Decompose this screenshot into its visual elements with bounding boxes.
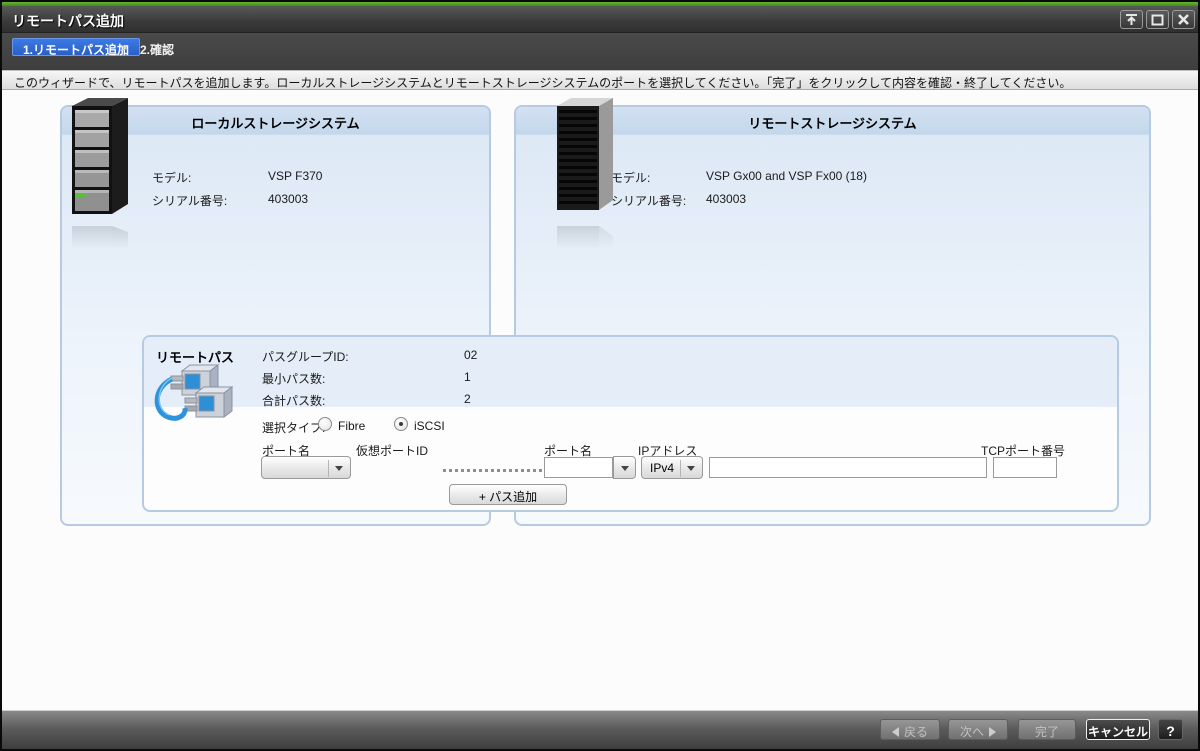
- local-storage-rack-image: [68, 98, 132, 266]
- wizard-content: ローカルストレージシステム モデル: VSP F370 シリアル番号: 4030…: [2, 90, 1198, 712]
- remote-model-value: VSP Gx00 and VSP Fx00 (18): [706, 169, 867, 183]
- remote-serial-label: シリアル番号:: [611, 192, 686, 209]
- local-model-label: モデル:: [152, 169, 191, 186]
- local-serial-label: シリアル番号:: [152, 192, 227, 209]
- select-type-label: 選択タイプ:: [262, 419, 325, 436]
- back-button[interactable]: 戻る: [880, 719, 940, 740]
- local-model-value: VSP F370: [268, 169, 322, 183]
- min-paths-value: 1: [464, 370, 471, 384]
- remote-serial-value: 403003: [706, 192, 746, 206]
- chevron-down-icon: [335, 466, 343, 471]
- remote-port-input[interactable]: [544, 457, 613, 478]
- iscsi-radio-label[interactable]: iSCSI: [414, 419, 445, 433]
- titlebar: リモートパス追加: [2, 6, 1198, 33]
- min-paths-label: 最小パス数:: [262, 370, 325, 387]
- path-connector-icon: [152, 363, 242, 430]
- wizard-window: リモートパス追加 1.リモートパス追加 > 2.確認 このウィザードで、リモート…: [0, 0, 1200, 751]
- total-paths-label: 合計パス数:: [262, 392, 325, 409]
- path-connection-dotted-line: [443, 469, 542, 472]
- help-button[interactable]: ?: [1158, 719, 1183, 740]
- path-group-id-label: パスグループID:: [262, 348, 349, 365]
- wizard-steps: 1.リモートパス追加 > 2.確認: [2, 33, 1198, 70]
- remote-port-select-button[interactable]: [613, 456, 636, 479]
- cancel-button[interactable]: キャンセル: [1086, 719, 1150, 740]
- remote-path-panel: リモートパス: [142, 335, 1119, 512]
- footer-bar: 戻る 次へ 完了 キャンセル ?: [2, 710, 1198, 749]
- window-title: リモートパス追加: [12, 11, 124, 31]
- maximize-window-button[interactable]: [1146, 10, 1169, 29]
- tcp-port-input[interactable]: [993, 457, 1057, 478]
- local-port-select[interactable]: [261, 456, 351, 479]
- fibre-radio-label[interactable]: Fibre: [338, 419, 365, 433]
- close-window-button[interactable]: [1172, 10, 1195, 29]
- back-arrow-icon: [892, 727, 899, 737]
- local-serial-value: 403003: [268, 192, 308, 206]
- iscsi-radio[interactable]: [394, 417, 408, 431]
- ip-version-select[interactable]: IPv4: [641, 456, 703, 479]
- finish-button[interactable]: 完了: [1018, 719, 1076, 740]
- ip-version-value: IPv4: [650, 461, 674, 475]
- next-button[interactable]: 次へ: [948, 719, 1008, 740]
- step-separator: >: [120, 41, 127, 55]
- path-group-id-value: 02: [464, 348, 477, 362]
- chevron-down-icon: [621, 466, 629, 471]
- chevron-down-icon: [687, 466, 695, 471]
- detach-window-button[interactable]: [1120, 10, 1143, 29]
- wizard-instruction-bar: このウィザードで、リモートパスを追加します。ローカルストレージシステムとリモート…: [2, 70, 1198, 90]
- instruction-text: このウィザードで、リモートパスを追加します。ローカルストレージシステムとリモート…: [14, 74, 1071, 91]
- add-path-button[interactable]: + パス追加: [449, 484, 567, 505]
- fibre-radio[interactable]: [318, 417, 332, 431]
- remote-storage-rack-image: [553, 98, 617, 266]
- virtual-port-column-label: 仮想ポートID: [356, 442, 428, 459]
- step-2-confirm: 2.確認: [140, 41, 174, 58]
- total-paths-value: 2: [464, 392, 471, 406]
- ip-address-input[interactable]: [709, 457, 987, 478]
- next-arrow-icon: [989, 727, 996, 737]
